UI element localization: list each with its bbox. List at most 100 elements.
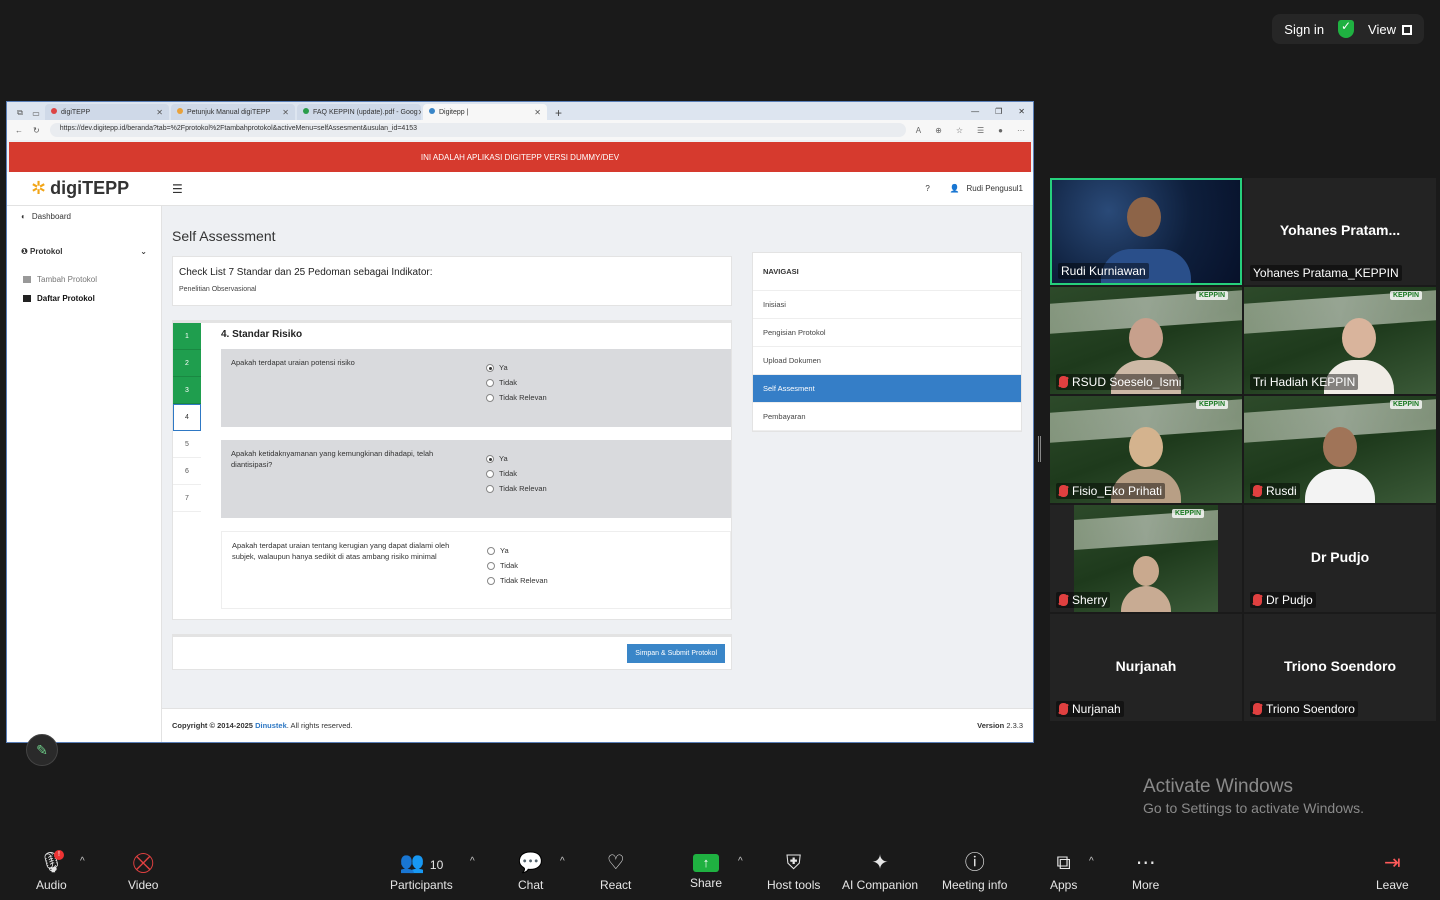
- browser-tab-active[interactable]: Digitepp | ✕: [423, 104, 547, 120]
- step-7[interactable]: 7: [173, 485, 201, 512]
- radio-button[interactable]: [486, 363, 494, 372]
- participants-button[interactable]: 👥 10 Participants: [390, 850, 453, 892]
- nav-item-pengisian-protokol[interactable]: Pengisian Protokol: [753, 319, 1021, 347]
- nav-item-upload-dokumen[interactable]: Upload Dokumen: [753, 347, 1021, 375]
- favorites-bar-icon[interactable]: ☰: [977, 126, 984, 135]
- react-button[interactable]: ♡ React: [600, 850, 631, 892]
- sidebar-item-protokol[interactable]: ❶ Protokol ⌄: [7, 241, 161, 262]
- page-title: Self Assessment: [172, 228, 276, 244]
- workspaces-icon[interactable]: ⧉: [13, 106, 27, 120]
- url-field[interactable]: https://dev.digitepp.id/beranda?tab=%2Fp…: [49, 123, 906, 137]
- step-4[interactable]: 4: [173, 404, 201, 431]
- video-button[interactable]: ⛒ Video: [128, 850, 158, 892]
- radio-button[interactable]: [487, 576, 495, 585]
- close-window-icon[interactable]: ✕: [1018, 107, 1025, 116]
- participant-tile[interactable]: Rudi Kurniawan: [1050, 178, 1242, 285]
- step-5[interactable]: 5: [173, 431, 201, 458]
- nav-item-self-assesment[interactable]: Self Assesment: [753, 375, 1021, 403]
- more-button[interactable]: ⋯ More: [1132, 850, 1159, 892]
- participant-tile[interactable]: KEPPIN Tri Hadiah KEPPIN: [1244, 287, 1436, 394]
- view-button[interactable]: View: [1368, 22, 1412, 37]
- zoom-icon[interactable]: ⊕: [935, 126, 942, 135]
- option-ya[interactable]: Ya: [486, 454, 547, 463]
- share-chevron-icon[interactable]: ^: [738, 856, 743, 867]
- favorite-icon[interactable]: ☆: [956, 126, 963, 135]
- step-1[interactable]: 1: [173, 323, 201, 350]
- nav-item-inisiasi[interactable]: Inisiasi: [753, 291, 1021, 319]
- close-tab-icon[interactable]: ✕: [282, 108, 289, 117]
- option-ya[interactable]: Ya: [486, 363, 547, 372]
- participants-chevron-icon[interactable]: ^: [470, 856, 475, 867]
- apps-button[interactable]: ⧉ Apps: [1050, 850, 1077, 892]
- ai-companion-button[interactable]: ✦ AI Companion: [842, 850, 918, 892]
- help-button[interactable]: ?: [925, 184, 929, 193]
- option-tidak-relevan[interactable]: Tidak Relevan: [487, 576, 548, 585]
- top-navbar: ✲ digiTEPP ☰ ? 👤 Rudi Pengusul1: [7, 172, 1033, 206]
- option-tidak-relevan[interactable]: Tidak Relevan: [486, 484, 547, 493]
- keppin-logo: KEPPIN: [1389, 400, 1422, 409]
- participant-tile[interactable]: Triono Soendoro Triono Soendoro: [1244, 614, 1436, 721]
- security-shield-icon[interactable]: [1338, 19, 1355, 38]
- logo[interactable]: ✲ digiTEPP: [7, 178, 162, 199]
- radio-button[interactable]: [486, 469, 494, 478]
- meeting-info-button[interactable]: ⓘ Meeting info: [942, 850, 1007, 892]
- step-2[interactable]: 2: [173, 350, 201, 377]
- radio-button[interactable]: [487, 546, 495, 555]
- participant-tile[interactable]: KEPPIN Sherry: [1050, 505, 1242, 612]
- option-tidak-relevan[interactable]: Tidak Relevan: [486, 393, 547, 402]
- sidebar-item-dashboard[interactable]: ◐ Dashboard: [7, 206, 161, 227]
- annotate-pen-icon[interactable]: ✎: [26, 734, 58, 766]
- new-tab-icon[interactable]: +: [549, 106, 568, 120]
- step-6[interactable]: 6: [173, 458, 201, 485]
- radio-button[interactable]: [487, 561, 495, 570]
- chat-button[interactable]: 💬 Chat: [518, 850, 543, 892]
- company-link[interactable]: Dinustek: [255, 721, 287, 730]
- restore-icon[interactable]: ❐: [995, 107, 1002, 116]
- submit-protocol-button[interactable]: Simpan & Submit Protokol: [627, 644, 725, 663]
- tab-actions-icon[interactable]: ▭: [29, 106, 43, 120]
- hamburger-menu-icon[interactable]: ☰: [172, 182, 183, 196]
- step-3[interactable]: 3: [173, 377, 201, 404]
- participant-tile[interactable]: KEPPIN RSUD Soeselo_Ismi: [1050, 287, 1242, 394]
- participant-tile[interactable]: Dr Pudjo Dr Pudjo: [1244, 505, 1436, 612]
- close-tab-icon[interactable]: ✕: [418, 108, 421, 117]
- participants-icon: 👥 10: [399, 852, 444, 874]
- participant-tile[interactable]: KEPPIN Rusdi: [1244, 396, 1436, 503]
- radio-button[interactable]: [486, 393, 494, 402]
- menu-dots-icon[interactable]: ···: [1017, 126, 1025, 135]
- option-tidak[interactable]: Tidak: [486, 469, 547, 478]
- browser-tab-digitepp[interactable]: digiTEPP ✕: [45, 104, 169, 120]
- participant-tile[interactable]: Nurjanah Nurjanah: [1050, 614, 1242, 721]
- participant-tile[interactable]: KEPPIN Fisio_Eko Prihati: [1050, 396, 1242, 503]
- back-icon[interactable]: ←: [15, 126, 23, 135]
- option-tidak[interactable]: Tidak: [487, 561, 548, 570]
- close-tab-icon[interactable]: ✕: [156, 108, 163, 117]
- close-tab-icon[interactable]: ✕: [534, 108, 541, 117]
- leave-button[interactable]: ⇥ Leave: [1376, 850, 1409, 892]
- user-menu[interactable]: 👤 Rudi Pengusul1: [950, 184, 1023, 193]
- chat-chevron-icon[interactable]: ^: [560, 856, 565, 867]
- radio-button[interactable]: [486, 378, 494, 387]
- sign-in-button[interactable]: Sign in: [1284, 22, 1324, 37]
- apps-chevron-icon[interactable]: ^: [1089, 856, 1094, 867]
- sidebar-item-tambah-protokol[interactable]: Tambah Protokol: [7, 270, 161, 289]
- read-aloud-icon[interactable]: A: [916, 126, 921, 135]
- nav-item-pembayaran[interactable]: Pembayaran: [753, 403, 1021, 431]
- resize-handle[interactable]: [1038, 436, 1041, 462]
- share-button[interactable]: ↑ Share: [690, 850, 722, 890]
- participant-tile[interactable]: Yohanes Pratam... Yohanes Pratama_KEPPIN: [1244, 178, 1436, 285]
- radio-button[interactable]: [486, 454, 494, 463]
- radio-button[interactable]: [486, 484, 494, 493]
- profile-icon[interactable]: ●: [998, 126, 1003, 135]
- refresh-icon[interactable]: ↻: [33, 126, 40, 135]
- audio-options-chevron-icon[interactable]: ^: [80, 856, 85, 867]
- option-ya[interactable]: Ya: [487, 546, 548, 555]
- chat-icon: 💬: [518, 852, 544, 874]
- browser-tab-manual[interactable]: Petunjuk Manual digiTEPP ✕: [171, 104, 295, 120]
- host-tools-button[interactable]: ⛨ Host tools: [767, 850, 820, 892]
- sidebar-item-daftar-protokol[interactable]: Daftar Protokol: [7, 289, 161, 308]
- browser-tab-faq[interactable]: FAQ KEPPIN (update).pdf - Goog✕: [297, 104, 421, 120]
- minimize-icon[interactable]: —: [971, 107, 979, 116]
- option-tidak[interactable]: Tidak: [486, 378, 547, 387]
- digitepp-app: INI ADALAH APLIKASI DIGITEPP VERSI DUMMY…: [7, 140, 1033, 742]
